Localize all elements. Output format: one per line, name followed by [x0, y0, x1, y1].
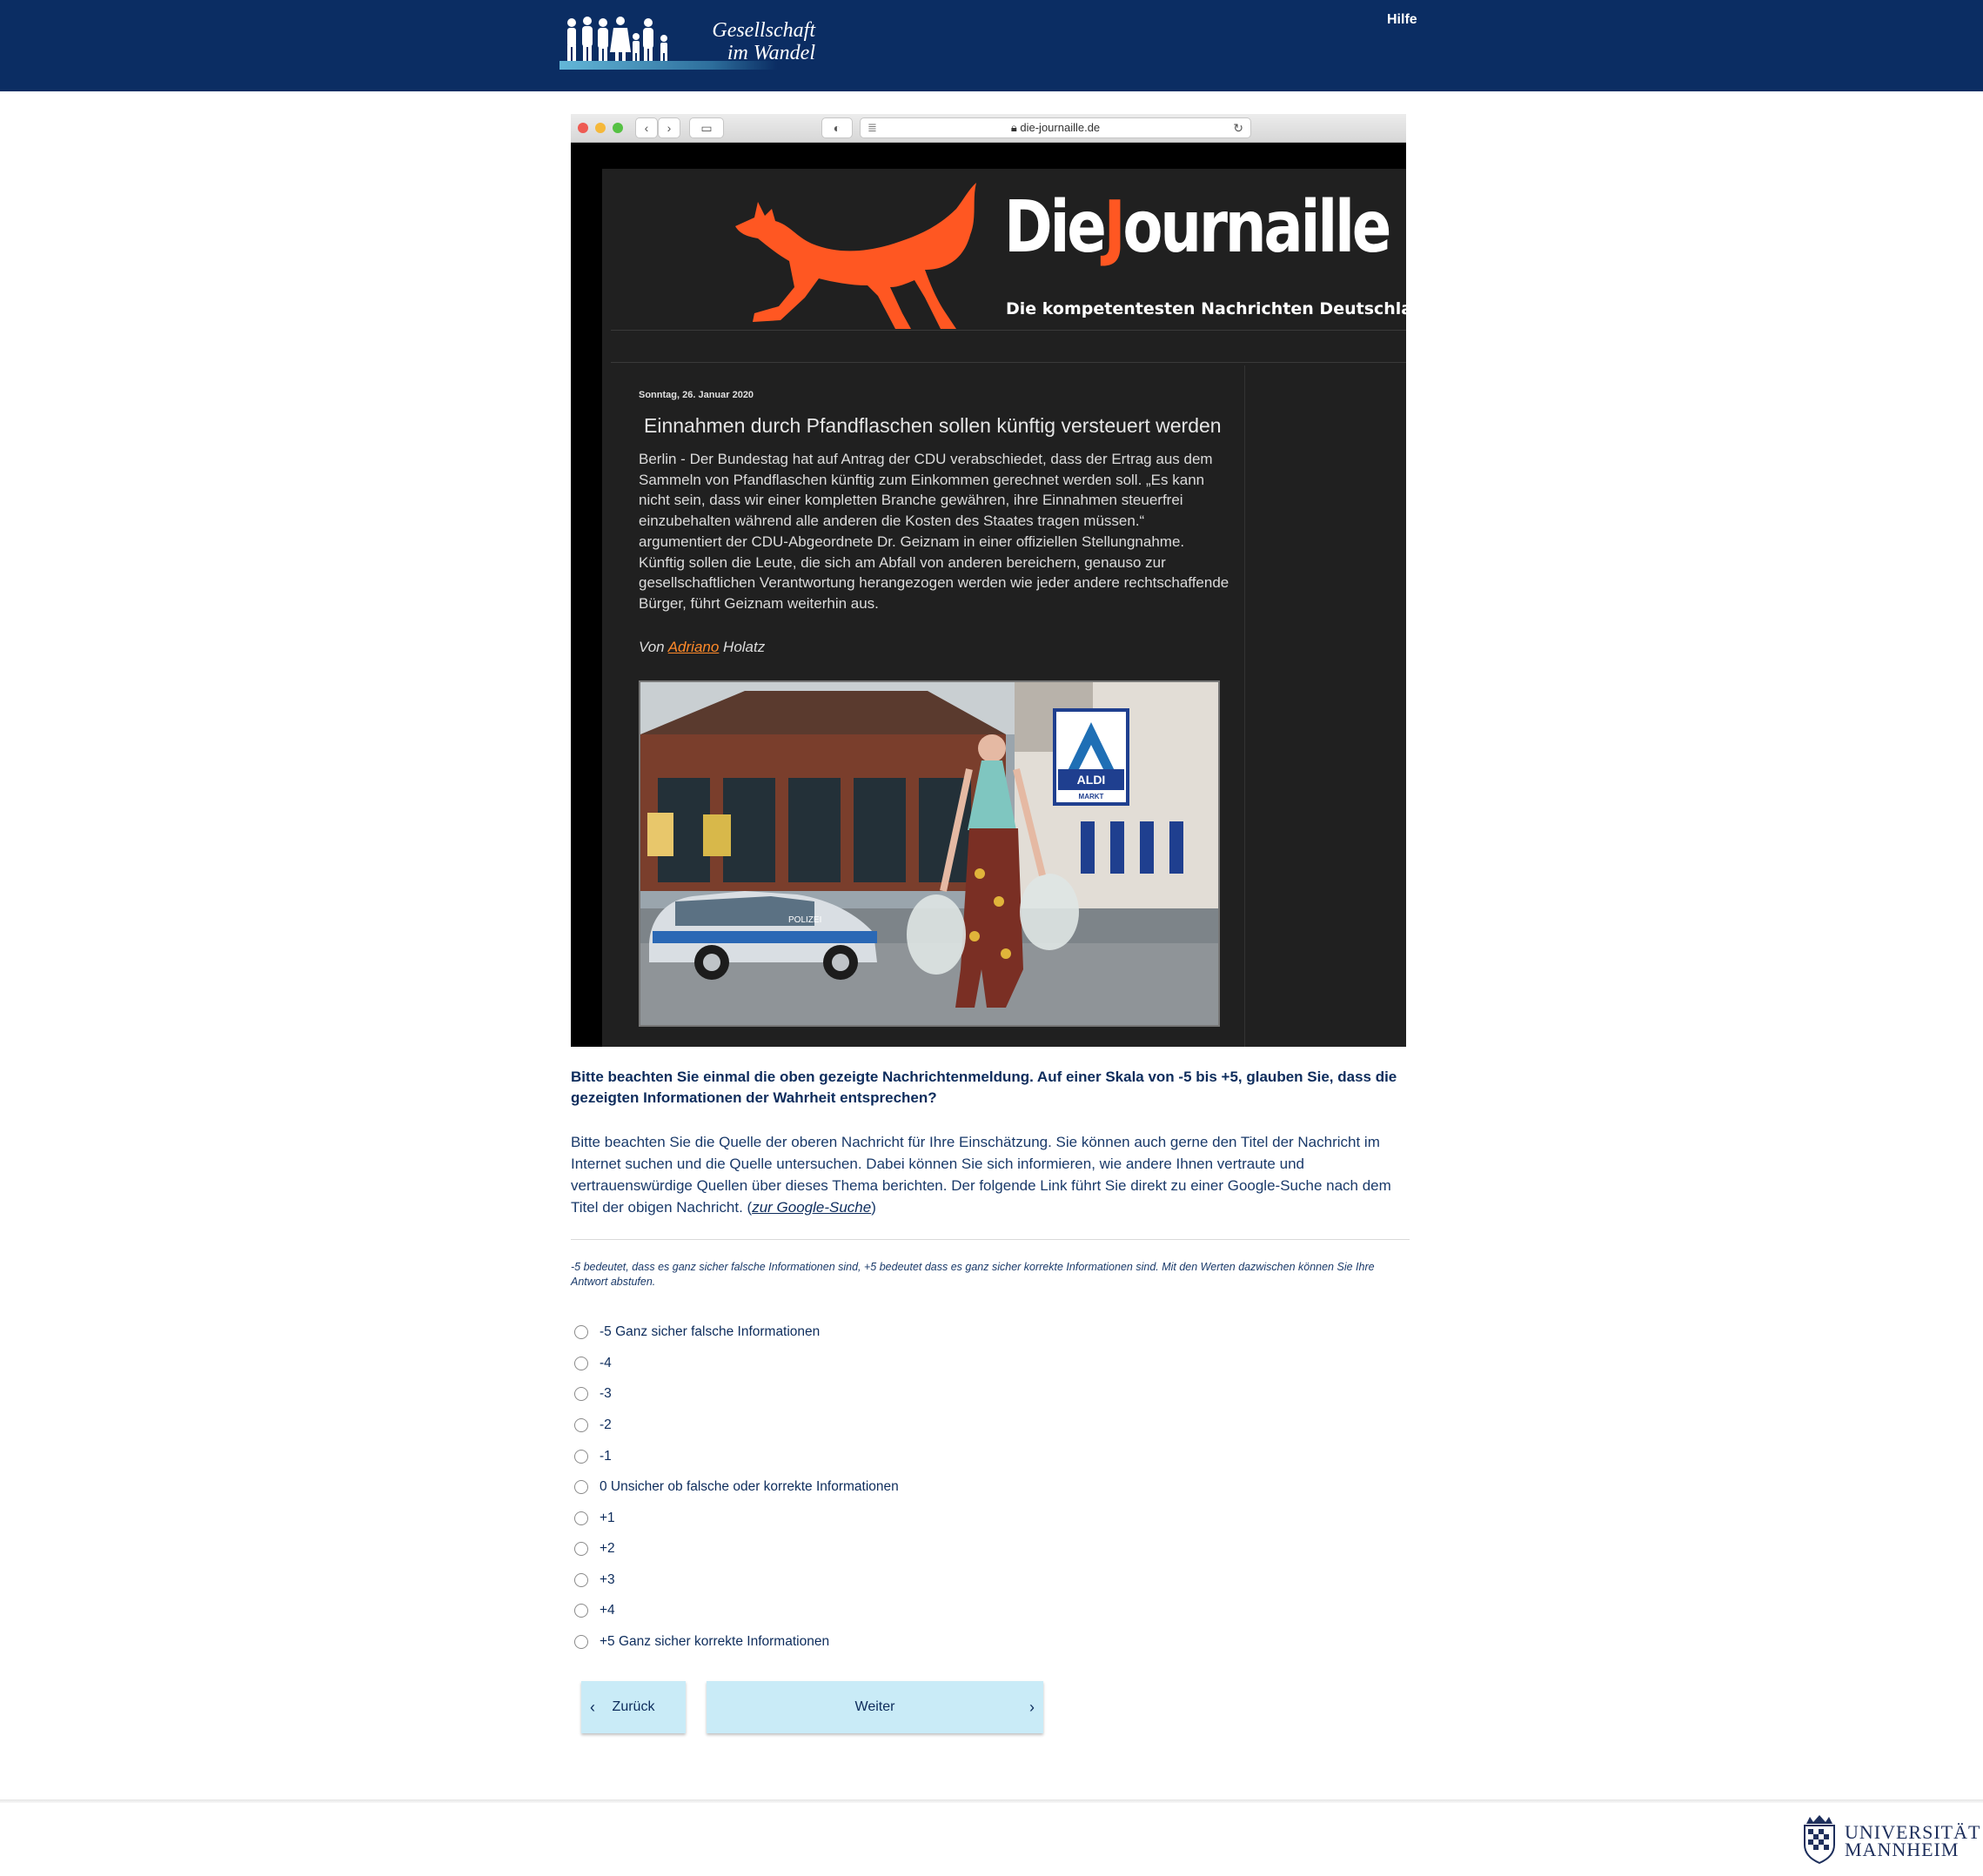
radio-button[interactable] — [574, 1542, 588, 1556]
sidebar-column-divider — [1244, 365, 1245, 1047]
forward-arrow-icon: › — [658, 117, 680, 138]
question-hint: Bitte beachten Sie die Quelle der oberen… — [571, 1131, 1413, 1218]
footer-divider — [0, 1799, 1983, 1803]
article-byline: Von Adriano Holatz — [639, 639, 765, 656]
university-name: UNIVERSITÄT MANNHEIM — [1845, 1823, 1980, 1860]
maximize-dot-icon — [613, 123, 623, 133]
option-label: 0 Unsicher ob falsche oder korrekte Info… — [600, 1479, 899, 1494]
lock-icon: 🔒︎ — [1010, 121, 1017, 134]
radio-button[interactable] — [574, 1387, 588, 1401]
radio-button[interactable] — [574, 1635, 588, 1649]
option-label: -4 — [600, 1356, 612, 1370]
question-prompt: Bitte beachten Sie einmal die oben gezei… — [571, 1069, 1397, 1106]
url-bar: ≣ 🔒︎ die-journaille.de ↻ — [860, 117, 1251, 138]
sidebar-icon: ▭ — [689, 117, 724, 138]
close-dot-icon — [578, 123, 588, 133]
gesellschaft-im-wandel-logo[interactable]: Gesellschaft im Wandel — [559, 12, 822, 77]
aldi-sign-text: ALDI — [1077, 773, 1106, 787]
next-button-label: Weiter — [854, 1699, 895, 1714]
news-screenshot: ‹ › ▭ ◐ ≣ 🔒︎ die-journaille.de ↻ DieJour… — [571, 114, 1406, 1047]
option-label: -5 Ganz sicher falsche Informationen — [600, 1324, 821, 1339]
author-link: Adriano — [667, 639, 720, 655]
university-seal-icon — [1804, 1815, 1835, 1864]
help-link[interactable]: Hilfe — [1387, 12, 1417, 28]
radio-button[interactable] — [574, 1511, 588, 1525]
option-label: +4 — [600, 1603, 615, 1618]
option-label: -1 — [600, 1449, 612, 1464]
back-button[interactable]: ‹ Zurück — [581, 1681, 686, 1733]
police-car-text: POLIZEI — [788, 915, 821, 925]
option-label: -2 — [600, 1417, 612, 1432]
fox-logo — [735, 183, 976, 329]
radio-button[interactable] — [574, 1573, 588, 1587]
article-body: Berlin - Der Bundestag hat auf Antrag de… — [639, 451, 1229, 612]
site-brand-title: DieJournaille — [1004, 184, 1391, 271]
url-value: die-journaille.de — [1020, 121, 1101, 134]
brand-j: J — [1103, 186, 1126, 269]
university-mannheim-logo[interactable]: UNIVERSITÄT MANNHEIM — [1799, 1815, 1980, 1866]
site-tagline: Die kompetentesten Nachrichten Deutschla… — [1006, 299, 1406, 318]
back-button-label: Zurück — [612, 1699, 655, 1714]
brand-rest: ournaille — [1122, 186, 1391, 269]
radio-button[interactable] — [574, 1450, 588, 1464]
article-headline: Einnahmen durch Pfandflaschen sollen kün… — [644, 414, 1222, 437]
chevron-right-icon: › — [1029, 1698, 1035, 1716]
author-last-name: Holatz — [719, 639, 766, 655]
google-search-link[interactable]: zur Google-Suche — [752, 1199, 871, 1216]
logo-text: Gesellschaft im Wandel — [685, 19, 815, 64]
url-text: 🔒︎ die-journaille.de — [861, 118, 1250, 137]
scale-note: -5 bedeutet, dass es ganz sicher falsche… — [571, 1261, 1375, 1288]
university-line2: MANNHEIM — [1845, 1839, 1960, 1860]
article-photo: ALDI MARKT POLIZEI — [639, 680, 1220, 1027]
option-label: -3 — [600, 1386, 612, 1401]
radio-button[interactable] — [574, 1325, 588, 1339]
option-label: +3 — [600, 1572, 615, 1587]
radio-button[interactable] — [574, 1418, 588, 1432]
hint-text: Bitte beachten Sie die Quelle der oberen… — [571, 1134, 1391, 1216]
back-arrow-icon: ‹ — [635, 117, 658, 138]
question-divider — [571, 1239, 1410, 1240]
brand-prefix: Die — [1004, 186, 1107, 269]
next-button[interactable]: Weiter › — [707, 1681, 1043, 1733]
nav-divider — [611, 362, 1406, 363]
logo-text-line1: Gesellschaft — [712, 19, 815, 42]
radio-button[interactable] — [574, 1604, 588, 1618]
aldi-sign-subtext: MARKT — [1079, 793, 1104, 801]
radio-button[interactable] — [574, 1480, 588, 1494]
reload-icon: ↻ — [1233, 121, 1243, 135]
option-label: +2 — [600, 1541, 615, 1556]
option-label: +5 Ganz sicher korrekte Informationen — [600, 1634, 830, 1649]
radio-button[interactable] — [574, 1357, 588, 1370]
photo-illustration: ALDI MARKT POLIZEI — [640, 682, 1218, 1025]
article-date: Sonntag, 26. Januar 2020 — [639, 390, 754, 400]
minimize-dot-icon — [595, 123, 606, 133]
news-site: DieJournaille Die kompetentesten Nachric… — [602, 169, 1406, 1047]
logo-text-line2: im Wandel — [727, 42, 815, 64]
browser-toolbar: ‹ › ▭ ◐ ≣ 🔒︎ die-journaille.de ↻ — [571, 114, 1406, 143]
privacy-shield-icon: ◐ — [821, 117, 853, 138]
option-label: +1 — [600, 1511, 615, 1525]
byline-prefix: Von — [639, 639, 668, 655]
top-header: Gesellschaft im Wandel Hilfe — [0, 0, 1983, 91]
hint-close: ) — [871, 1199, 876, 1216]
masthead-divider — [611, 330, 1406, 331]
